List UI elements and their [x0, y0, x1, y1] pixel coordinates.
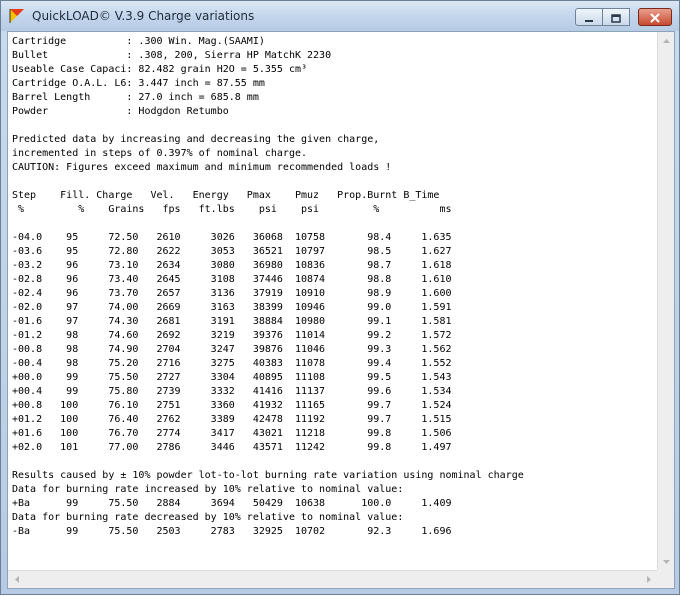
scroll-down-button[interactable] [658, 553, 675, 570]
scroll-up-button[interactable] [658, 32, 675, 49]
column-units: % % Grains fps ft.lbs psi psi % ms [12, 204, 452, 215]
report-text-area[interactable]: Cartridge : .300 Win. Mag.(SAAMI) Bullet… [9, 33, 657, 569]
arrow-up-icon [663, 38, 670, 43]
table-row: +02.0 101 77.00 2786 3446 43571 11242 99… [12, 442, 452, 453]
table-row: -01.2 98 74.60 2692 3219 39376 11014 99.… [12, 330, 452, 341]
table-row: +01.6 100 76.70 2774 3417 43021 11218 99… [12, 428, 452, 439]
maximize-button[interactable] [603, 8, 630, 26]
decrease-label: Data for burning rate decreased by 10% r… [12, 512, 404, 523]
scroll-right-button[interactable] [640, 571, 657, 588]
table-row: -02.4 96 73.70 2657 3136 37919 10910 98.… [12, 288, 452, 299]
header-line: Powder : Hodgdon Retumbo [12, 106, 229, 117]
header-line: Useable Case Capaci: 82.482 grain H2O = … [12, 64, 308, 75]
arrow-down-icon [663, 559, 670, 564]
title-bar[interactable]: QuickLOAD© V.3.9 Charge variations [1, 1, 679, 31]
table-row: -02.8 96 73.40 2645 3108 37446 10874 98.… [12, 274, 452, 285]
header-line: Barrel Length : 27.0 inch = 685.8 mm [12, 92, 259, 103]
report-frame: Cartridge : .300 Win. Mag.(SAAMI) Bullet… [7, 31, 675, 589]
header-line: Bullet : .308, 200, Sierra HP MatchK 223… [12, 50, 332, 61]
header-line: Cartridge : .300 Win. Mag.(SAAMI) [12, 36, 265, 47]
header-line: Cartridge O.A.L. L6: 3.447 inch = 87.55 … [12, 78, 265, 89]
minimize-icon [584, 8, 594, 27]
increase-row: +Ba 99 75.50 2884 3694 50429 10638 100.0… [12, 498, 452, 509]
maximize-icon [611, 8, 621, 27]
charge-variations-report: Cartridge : .300 Win. Mag.(SAAMI) Bullet… [9, 33, 657, 539]
scroll-left-button[interactable] [8, 571, 25, 588]
variation-title: Results caused by ± 10% powder lot-to-lo… [12, 470, 524, 481]
window-title: QuickLOAD© V.3.9 Charge variations [32, 9, 255, 23]
horizontal-scrollbar[interactable] [8, 570, 657, 588]
scrollbar-corner [657, 570, 674, 588]
table-row: +00.0 99 75.50 2727 3304 40895 11108 99.… [12, 372, 452, 383]
table-row: -04.0 95 72.50 2610 3026 36068 10758 98.… [12, 232, 452, 243]
table-row: -01.6 97 74.30 2681 3191 38884 10980 99.… [12, 316, 452, 327]
app-window: QuickLOAD© V.3.9 Charge variations Cartr… [0, 0, 680, 595]
arrow-right-icon [646, 576, 651, 583]
close-button[interactable] [638, 8, 672, 26]
intro-line: Predicted data by increasing and decreas… [12, 134, 380, 145]
minimize-button[interactable] [575, 8, 603, 26]
table-row: -00.8 98 74.90 2704 3247 39876 11046 99.… [12, 344, 452, 355]
table-row: -03.6 95 72.80 2622 3053 36521 10797 98.… [12, 246, 452, 257]
close-icon [650, 8, 660, 27]
increase-label: Data for burning rate increased by 10% r… [12, 484, 404, 495]
table-row: -02.0 97 74.00 2669 3163 38399 10946 99.… [12, 302, 452, 313]
table-row: -00.4 98 75.20 2716 3275 40383 11078 99.… [12, 358, 452, 369]
vertical-scrollbar[interactable] [657, 32, 674, 570]
intro-line: CAUTION: Figures exceed maximum and mini… [12, 162, 392, 173]
arrow-left-icon [14, 576, 19, 583]
table-row: +01.2 100 76.40 2762 3389 42478 11192 99… [12, 414, 452, 425]
table-row: +00.8 100 76.10 2751 3360 41932 11165 99… [12, 400, 452, 411]
decrease-row: -Ba 99 75.50 2503 2783 32925 10702 92.3 … [12, 526, 452, 537]
intro-line: incremented in steps of 0.397% of nomina… [12, 148, 308, 159]
table-row: +00.4 99 75.80 2739 3332 41416 11137 99.… [12, 386, 452, 397]
column-headers: Step Fill. Charge Vel. Energy Pmax Pmuz … [12, 190, 440, 201]
quickload-pennant-icon[interactable] [9, 8, 25, 24]
table-row: -03.2 96 73.10 2634 3080 36980 10836 98.… [12, 260, 452, 271]
